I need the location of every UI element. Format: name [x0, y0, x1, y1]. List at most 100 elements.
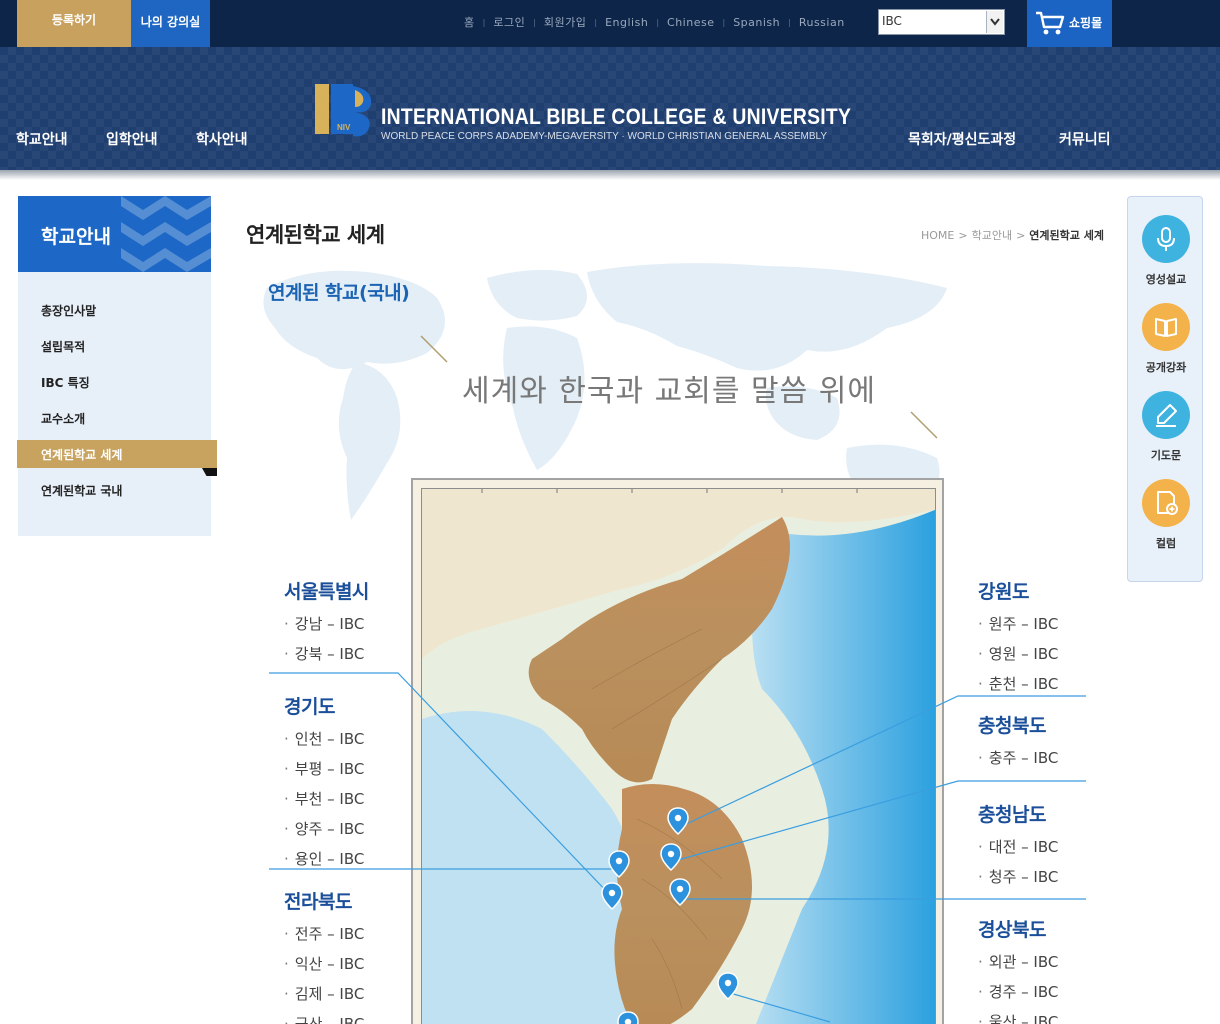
page-title: 연계된학교 세계: [246, 223, 385, 247]
util-link-spanish[interactable]: Spanish: [733, 16, 780, 29]
cart-icon: [1036, 11, 1065, 35]
util-link-chinese[interactable]: Chinese: [667, 16, 714, 29]
region-name: 강원도: [978, 581, 1029, 603]
region-jeonbuk: 전라북도 · 전주 – IBC · 익산 – IBC · 김제 – IBC · 군산 –…: [284, 887, 364, 1024]
gnb-school-info[interactable]: 학교안내: [16, 129, 68, 149]
util-link-english[interactable]: English: [605, 16, 648, 29]
top-utility-bar: 등록하기 나의 강의실 홈 | 로그인 | 회원가입 | English | C…: [0, 0, 1220, 47]
quick-label: 공개강좌: [1145, 361, 1187, 374]
slogan-text: 세계와 한국과 교회를 말씀 위에: [462, 374, 876, 409]
breadcrumb-separator-icon: >: [958, 229, 968, 242]
breadcrumb: HOME > 학교안내 > 연계된학교 세계: [921, 227, 1104, 243]
region-entry[interactable]: · 충주 – IBC: [978, 747, 1058, 768]
site-title[interactable]: INTERNATIONAL BIBLE COLLEGE & UNIVERSITY: [381, 104, 851, 130]
region-gyeonggi: 경기도 · 인천 – IBC · 부평 – IBC · 부천 – IBC · 양주 – …: [284, 692, 364, 869]
logo-mark-small-text: NIV: [337, 123, 351, 132]
breadcrumb-current: 연계된학교 세계: [1029, 229, 1104, 242]
sidebar-item-founding-purpose[interactable]: 설립목적: [41, 338, 85, 355]
shop-label: 쇼핑몰: [1069, 16, 1103, 30]
region-entry[interactable]: · 영원 – IBC: [978, 643, 1058, 664]
util-separator: |: [594, 17, 598, 27]
region-name: 서울특별시: [284, 581, 369, 603]
korea-map-image: [421, 488, 936, 1024]
region-entry[interactable]: · 양주 – IBC: [284, 818, 364, 839]
gnb-pastor-course[interactable]: 목회자/평신도과정: [908, 129, 1016, 149]
region-name: 경기도: [284, 696, 335, 718]
sidebar-item-linked-schools-world[interactable]: 연계된학교 세계: [17, 440, 217, 476]
util-link-russian[interactable]: Russian: [799, 16, 845, 29]
region-entry[interactable]: · 대전 – IBC: [978, 836, 1058, 857]
util-link-join[interactable]: 회원가입: [544, 14, 586, 30]
region-gyeongbuk: 경상북도 · 외관 – IBC · 경주 – IBC · 울산 – IBC: [978, 915, 1058, 1024]
my-lecture-button[interactable]: 나의 강의실: [131, 0, 210, 47]
school-logo-icon[interactable]: NIV: [315, 82, 373, 140]
quick-column[interactable]: 컬럼: [1128, 479, 1204, 551]
region-entry[interactable]: · 부천 – IBC: [284, 788, 364, 809]
sidebar-item-linked-schools-domestic[interactable]: 연계된학교 국내: [41, 482, 122, 499]
region-chungbuk: 충청북도 · 충주 – IBC: [978, 711, 1058, 768]
header-shadow: [0, 170, 1220, 180]
util-separator: |: [533, 17, 536, 27]
site-select-value: IBC: [882, 14, 902, 28]
region-entry[interactable]: · 강남 – IBC: [284, 613, 369, 634]
region-seoul: 서울특별시 · 강남 – IBC · 강북 – IBC: [284, 577, 369, 664]
microphone-icon: [1142, 215, 1190, 263]
chevron-pattern-icon: [121, 196, 211, 272]
breadcrumb-section[interactable]: 학교안내: [972, 229, 1012, 242]
region-entry[interactable]: · 군산 – IBC: [284, 1013, 364, 1024]
region-entry[interactable]: · 춘천 – IBC: [978, 673, 1058, 694]
region-entry[interactable]: · 강북 – IBC: [284, 643, 369, 664]
region-name: 전라북도: [284, 891, 352, 913]
region-gangwon: 강원도 · 원주 – IBC · 영원 – IBC · 춘천 – IBC: [978, 577, 1058, 694]
quick-label: 기도문: [1150, 449, 1182, 462]
shop-button[interactable]: 쇼핑몰: [1027, 0, 1112, 47]
region-entry[interactable]: · 전주 – IBC: [284, 923, 364, 944]
breadcrumb-home[interactable]: HOME: [921, 229, 954, 242]
region-entry[interactable]: · 용인 – IBC: [284, 848, 364, 869]
site-select[interactable]: IBC: [878, 9, 1005, 35]
sidebar-header: 학교안내: [18, 196, 211, 272]
site-subtitle: WORLD PEACE CORPS ADADEMY-MEGAVERSITY · …: [381, 131, 828, 142]
register-button[interactable]: 등록하기: [17, 0, 131, 47]
quick-menu: 영성설교 공개강좌 기도문 컬럼: [1127, 196, 1203, 582]
breadcrumb-separator-icon: >: [1016, 229, 1026, 242]
sidebar-item-label: 연계된학교 세계: [41, 448, 123, 462]
quick-sermon[interactable]: 영성설교: [1128, 215, 1204, 287]
region-entry[interactable]: · 원주 – IBC: [978, 613, 1058, 634]
region-entry[interactable]: · 외관 – IBC: [978, 951, 1058, 972]
korea-map: [411, 478, 944, 1024]
section-title: 연계된 학교(국내): [268, 282, 410, 304]
util-link-login[interactable]: 로그인: [493, 14, 525, 30]
sidebar-item-ibc-features[interactable]: IBC 특징: [41, 374, 90, 391]
book-icon: [1142, 303, 1190, 351]
region-entry[interactable]: · 울산 – IBC: [978, 1011, 1058, 1024]
util-separator: |: [656, 17, 660, 27]
util-separator: |: [482, 17, 486, 27]
region-chungnam: 충청남도 · 대전 – IBC · 청주 – IBC: [978, 800, 1058, 887]
region-entry[interactable]: · 경주 – IBC: [978, 981, 1058, 1002]
quick-label: 영성설교: [1145, 273, 1187, 286]
region-entry[interactable]: · 익산 – IBC: [284, 953, 364, 974]
region-entry[interactable]: · 인천 – IBC: [284, 728, 364, 749]
gnb-admission[interactable]: 입학안내: [106, 129, 158, 149]
region-name: 충청남도: [978, 804, 1046, 826]
sidebar-item-faculty[interactable]: 교수소개: [41, 410, 85, 427]
quick-prayer[interactable]: 기도문: [1128, 391, 1204, 463]
util-separator: |: [722, 17, 726, 27]
util-separator: |: [788, 17, 791, 27]
chevron-down-icon[interactable]: [986, 11, 1003, 33]
region-entry[interactable]: · 부평 – IBC: [284, 758, 364, 779]
sidebar-title: 학교안내: [41, 226, 111, 248]
region-entry[interactable]: · 청주 – IBC: [978, 866, 1058, 887]
gnb-community[interactable]: 커뮤니티: [1059, 129, 1111, 149]
gnb-academics[interactable]: 학사안내: [196, 129, 248, 149]
document-add-icon: [1142, 479, 1190, 527]
utility-nav: 홈 | 로그인 | 회원가입 | English | Chinese | Spa…: [464, 14, 845, 30]
region-entry[interactable]: · 김제 – IBC: [284, 983, 364, 1004]
quick-open-lecture[interactable]: 공개강좌: [1128, 303, 1204, 375]
region-name: 경상북도: [978, 919, 1046, 941]
main-header: 학교안내 입학안내 학사안내 NIV INTERNATIONAL BIBLE C…: [0, 47, 1220, 170]
quick-label: 컬럼: [1155, 537, 1177, 550]
sidebar-item-president-greeting[interactable]: 총장인사말: [41, 302, 96, 319]
util-link-home[interactable]: 홈: [464, 14, 475, 30]
